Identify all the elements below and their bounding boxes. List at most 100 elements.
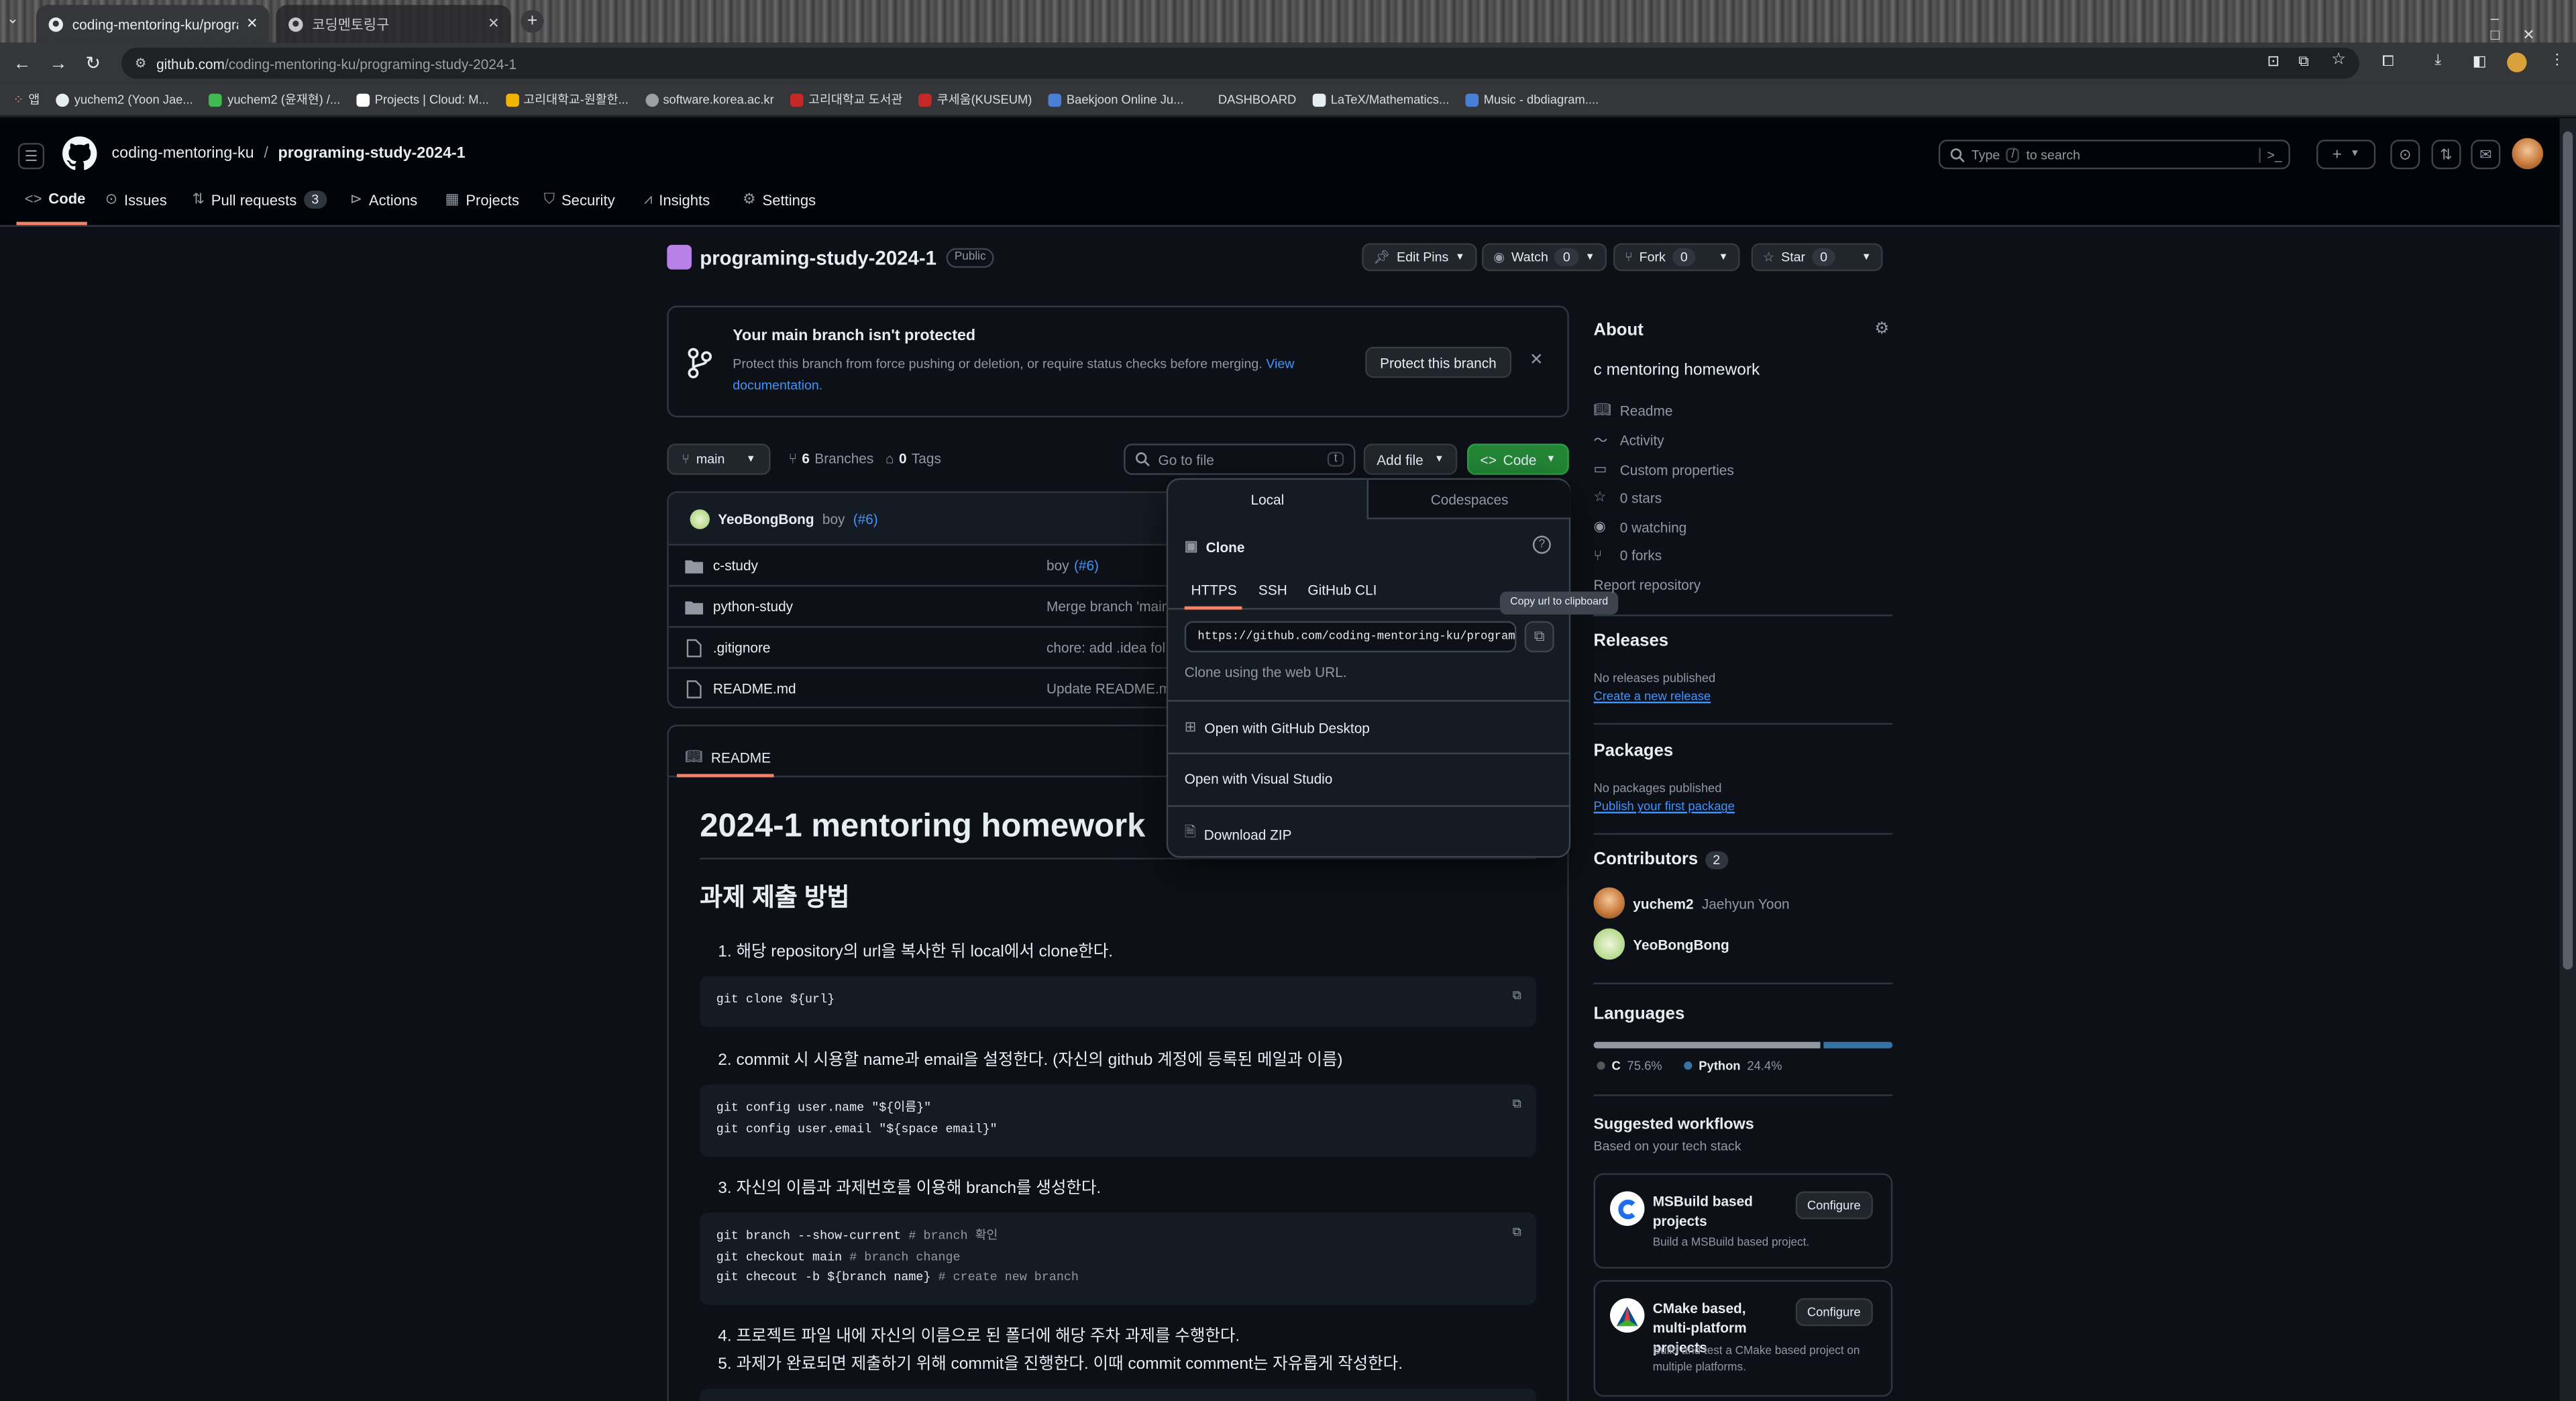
gear-icon[interactable]: ⚙ (1874, 321, 1889, 339)
repo-link[interactable]: programing-study-2024-1 (278, 145, 465, 163)
contributor-item[interactable]: yuchem2 Jaehyun Yoon (1593, 887, 1790, 919)
watching-link[interactable]: ◉ 0 watching (1594, 517, 1687, 535)
file-commit-message[interactable]: chore: add .idea fol (1046, 639, 1165, 656)
forward-icon[interactable]: → (49, 54, 67, 74)
branches-link[interactable]: ⑂ 6 Branches (789, 450, 874, 466)
tab-issues[interactable]: ⊙ Issues (105, 191, 167, 209)
bookmark[interactable]: software.korea.ac.kr (645, 92, 774, 107)
tab-search-icon[interactable]: ⌄ (7, 10, 30, 33)
tab-codespaces[interactable]: Codespaces (1368, 480, 1571, 519)
download-zip-item[interactable]: 🗎︎ Download ZIP (1185, 823, 1292, 846)
address-bar[interactable]: ⚙ github.com/coding-mentoring-ku/program… (121, 48, 2359, 79)
commit-author[interactable]: YeoBongBong (718, 510, 814, 526)
language-item-c[interactable]: C 75.6% (1597, 1058, 1662, 1073)
search-input[interactable]: Type / to search >_ (1938, 140, 2290, 170)
bookmark[interactable]: LaTeX/Mathematics... (1312, 92, 1449, 107)
tab-settings[interactable]: ⚙ Settings (743, 191, 816, 209)
tab-insights[interactable]: ⩘ Insights (644, 191, 710, 209)
browser-tab-active[interactable]: coding-mentoring-ku/program ✕ (36, 5, 270, 43)
inbox-icon[interactable]: ✉ (2471, 140, 2501, 170)
star-button[interactable]: ☆ Star 0 ▼ (1751, 243, 1883, 272)
tab-close-icon[interactable]: ✕ (246, 15, 258, 33)
copy-url-button[interactable]: ⧉ (1524, 621, 1554, 653)
scrollbar-thumb[interactable] (2563, 131, 2573, 970)
hamburger-menu-icon[interactable]: ☰ (17, 143, 45, 170)
contributor-item[interactable]: YeoBongBong (1593, 928, 1729, 960)
tab-code[interactable]: <> Code (25, 191, 86, 207)
copy-icon[interactable]: ⧉ (1513, 1225, 1521, 1245)
bookmark[interactable]: Projects | Cloud: M... (356, 92, 489, 107)
site-info-icon[interactable]: ⚙ (135, 56, 147, 70)
commit-message[interactable]: boy (822, 510, 845, 526)
back-icon[interactable]: ← (13, 54, 32, 74)
tab-security[interactable]: ⛉ Security (544, 191, 615, 209)
copy-icon[interactable]: ⧉ (1513, 1096, 1521, 1117)
edit-pins-button[interactable]: 📌︎ Edit Pins ▼ (1362, 243, 1477, 272)
bookmark[interactable]: Baekjoon Online Ju... (1048, 92, 1183, 107)
open-github-desktop-item[interactable]: ⊞ Open with GitHub Desktop (1185, 718, 1370, 736)
install-app-icon[interactable]: ⊡ (2267, 52, 2279, 70)
bookmark[interactable]: 고리대학교-원활한... (505, 91, 629, 109)
user-avatar[interactable] (2512, 138, 2544, 170)
issues-icon[interactable]: ⊙ (2390, 140, 2420, 170)
tab-actions[interactable]: ⊳ Actions (350, 191, 418, 209)
fork-button[interactable]: ⑂ Fork 0 ▼ (1613, 243, 1740, 272)
close-icon[interactable]: ✕ (1529, 352, 1544, 370)
repo-title[interactable]: programing-study-2024-1 (700, 246, 936, 269)
branch-selector[interactable]: ⑂ main ▼ (667, 444, 771, 475)
commit-pr-link[interactable]: (#6) (853, 510, 878, 526)
create-release-link[interactable]: Create a new release (1594, 688, 1711, 703)
tab-projects[interactable]: ▦ Projects (445, 191, 519, 209)
profile-avatar[interactable] (2507, 52, 2527, 72)
page-scrollbar[interactable] (2559, 118, 2576, 1401)
releases-heading[interactable]: Releases (1594, 631, 1669, 650)
language-item-python[interactable]: Python 24.4% (1684, 1058, 1782, 1073)
sidepanel-icon[interactable]: ◧ (2473, 52, 2487, 70)
pull-requests-icon[interactable]: ⇅ (2431, 140, 2461, 170)
create-new-button[interactable]: + ▼ (2316, 140, 2376, 170)
clone-url-input[interactable]: https://github.com/coding-mentoring-ku/p… (1184, 621, 1517, 653)
reload-icon[interactable]: ↻ (85, 52, 101, 74)
translate-icon[interactable]: ⧉ (2298, 52, 2309, 70)
code-button[interactable]: <> Code ▼ (1466, 444, 1569, 475)
tab-https[interactable]: HTTPS (1191, 582, 1237, 598)
custom-properties-link[interactable]: ▭ Custom properties (1594, 460, 1734, 478)
tab-local[interactable]: Local (1168, 480, 1369, 519)
activity-link[interactable]: 〜 Activity (1594, 431, 1664, 450)
file-name[interactable]: python-study (713, 598, 1046, 614)
packages-heading[interactable]: Packages (1594, 741, 1674, 760)
download-icon[interactable]: ⤓ (2434, 51, 2441, 69)
command-palette-icon[interactable]: >_ (2259, 147, 2282, 162)
tab-ssh[interactable]: SSH (1258, 582, 1287, 598)
forks-link[interactable]: ⑂ 0 forks (1594, 548, 1662, 564)
bookmark-apps[interactable]: ⁘ 앱 (13, 91, 40, 109)
add-file-button[interactable]: Add file ▼ (1363, 444, 1458, 475)
tab-close-icon[interactable]: ✕ (488, 15, 499, 33)
view-documentation-link[interactable]: View (1266, 356, 1294, 371)
new-tab-icon[interactable]: + (521, 9, 544, 33)
file-name[interactable]: .gitignore (713, 639, 1046, 656)
documentation-link[interactable]: documentation. (733, 378, 822, 393)
github-logo-icon[interactable] (62, 136, 97, 170)
browser-tab[interactable]: 코딩멘토링구 ✕ (276, 5, 511, 43)
file-name[interactable]: README.md (713, 680, 1046, 696)
copy-icon[interactable]: ⧉ (1513, 988, 1521, 1008)
watch-button[interactable]: ◉ Watch 0 ▼ (1481, 243, 1607, 272)
configure-button[interactable]: Configure (1795, 1298, 1872, 1327)
publish-package-link[interactable]: Publish your first package (1594, 798, 1735, 813)
contributors-heading[interactable]: Contributors 2 (1594, 849, 1729, 870)
readme-tab[interactable]: 📖︎ README (676, 739, 774, 778)
report-repository-link[interactable]: Report repository (1594, 577, 1701, 593)
extensions-icon[interactable]: ⧠ (2382, 52, 2394, 70)
bookmark[interactable]: yuchem2 (윤재현) /... (209, 91, 340, 109)
protect-branch-button[interactable]: Protect this branch (1365, 346, 1511, 378)
tab-pull-requests[interactable]: ⇅ Pull requests 3 (193, 191, 327, 209)
file-commit-message[interactable]: Merge branch 'main (1046, 598, 1169, 614)
bookmark[interactable]: Music - dbdiagram.... (1465, 92, 1599, 107)
stars-link[interactable]: ☆ 0 stars (1594, 488, 1662, 506)
file-commit-message[interactable]: Update README.m (1046, 680, 1171, 696)
bookmark[interactable]: 쿠세움(KUSEUM) (918, 91, 1032, 109)
bookmark[interactable]: 고리대학교 도서관 (790, 91, 902, 109)
go-to-file-input[interactable]: Go to file t (1124, 444, 1356, 475)
file-name[interactable]: c-study (713, 557, 1046, 573)
